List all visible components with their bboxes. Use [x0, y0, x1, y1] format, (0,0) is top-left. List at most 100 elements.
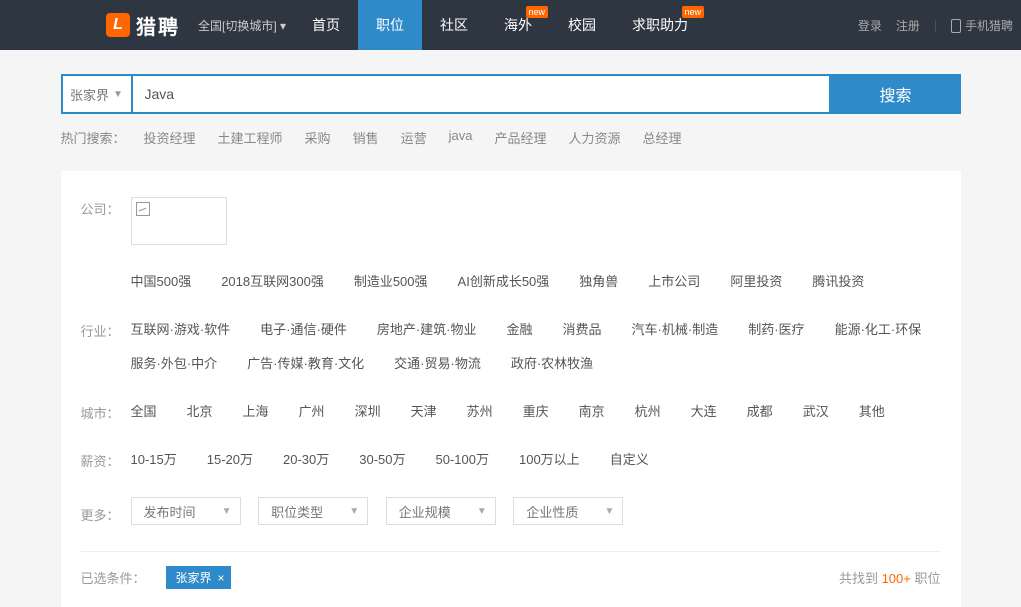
- search-city-dropdown[interactable]: 张家界▼: [61, 74, 131, 114]
- new-badge: new: [526, 6, 549, 18]
- city-tag[interactable]: 广州: [299, 401, 325, 423]
- city-tag[interactable]: 其他: [859, 401, 885, 423]
- close-icon: ×: [218, 571, 225, 585]
- hot-item[interactable]: 销售: [353, 128, 379, 147]
- city-tag[interactable]: 武汉: [803, 401, 829, 423]
- caret-down-icon: ▼: [113, 89, 123, 100]
- logo-text: 猎聘: [136, 11, 180, 40]
- company-tag[interactable]: 上市公司: [648, 271, 700, 293]
- main-nav: 首页 职位 社区 海外new 校园 求职助力new: [294, 0, 706, 50]
- industry-tag[interactable]: 能源·化工·环保: [835, 319, 922, 341]
- industry-tag[interactable]: 房地产·建筑·物业: [377, 319, 477, 341]
- city-tag[interactable]: 苏州: [467, 401, 493, 423]
- city-tag[interactable]: 杭州: [635, 401, 661, 423]
- city-tag[interactable]: 上海: [243, 401, 269, 423]
- login-link[interactable]: 登录: [858, 17, 882, 34]
- salary-tag[interactable]: 30-50万: [359, 449, 405, 471]
- industry-tag[interactable]: 互联网·游戏·软件: [131, 319, 231, 341]
- city-tag[interactable]: 深圳: [355, 401, 381, 423]
- city-tag[interactable]: 成都: [747, 401, 773, 423]
- nav-home[interactable]: 首页: [294, 0, 358, 50]
- hot-item[interactable]: 运营: [401, 128, 427, 147]
- new-badge: new: [682, 6, 705, 18]
- broken-image-icon: [136, 202, 150, 216]
- filter-row-company: 公司：: [81, 197, 941, 245]
- hot-item[interactable]: 采购: [305, 128, 331, 147]
- filter-row-city: 城市： 全国 北京 上海 广州 深圳 天津 苏州 重庆 南京 杭州 大连 成都 …: [81, 401, 941, 423]
- city-tag[interactable]: 大连: [691, 401, 717, 423]
- city-tag[interactable]: 北京: [187, 401, 213, 423]
- phone-icon: [951, 19, 961, 33]
- salary-tag[interactable]: 20-30万: [283, 449, 329, 471]
- industry-tag[interactable]: 服务·外包·中介: [131, 353, 218, 375]
- topbar-right: 登录 注册 | 手机猎聘: [858, 17, 1013, 34]
- filter-panel: 公司： 中国500强 2018互联网300强 制造业500强 AI创新成长50强…: [61, 171, 961, 607]
- top-navbar: L 猎聘 全国[切换城市] ▾ 首页 职位 社区 海外new 校园 求职助力ne…: [0, 0, 1021, 50]
- city-tag[interactable]: 南京: [579, 401, 605, 423]
- salary-tag[interactable]: 50-100万: [436, 449, 489, 471]
- selected-conditions-row: 已选条件： 张家界× 共找到 100+ 职位: [81, 551, 941, 589]
- hot-item[interactable]: 土建工程师: [218, 128, 283, 147]
- company-tag[interactable]: 腾讯投资: [812, 271, 864, 293]
- nav-campus[interactable]: 校园: [550, 0, 614, 50]
- selected-label: 已选条件：: [81, 568, 146, 587]
- register-link[interactable]: 注册: [896, 17, 920, 34]
- dropdown-company-nature[interactable]: 企业性质▼: [513, 497, 623, 525]
- company-tag[interactable]: 2018互联网300强: [221, 271, 324, 293]
- industry-tag[interactable]: 交通·贸易·物流: [394, 353, 481, 375]
- more-dropdowns: 发布时间▼ 职位类型▼ 企业规模▼ 企业性质▼: [131, 497, 941, 525]
- salary-tag[interactable]: 100万以上: [519, 449, 580, 471]
- salary-tag-list: 10-15万 15-20万 20-30万 30-50万 50-100万 100万…: [131, 449, 941, 471]
- result-count: 共找到 100+ 职位: [839, 568, 941, 587]
- industry-tag[interactable]: 政府·农林牧渔: [511, 353, 593, 375]
- hot-item[interactable]: 人力资源: [568, 128, 620, 147]
- dropdown-publish-time[interactable]: 发布时间▼: [131, 497, 241, 525]
- company-tag[interactable]: AI创新成长50强: [458, 271, 550, 293]
- filter-label-company: 公司：: [81, 197, 131, 218]
- city-tag[interactable]: 天津: [411, 401, 437, 423]
- search-button[interactable]: 搜索: [831, 74, 961, 114]
- logo-icon: L: [106, 13, 130, 37]
- company-tag[interactable]: 独角兽: [579, 271, 618, 293]
- salary-tag[interactable]: 15-20万: [207, 449, 253, 471]
- hot-item[interactable]: 产品经理: [494, 128, 546, 147]
- nav-community[interactable]: 社区: [422, 0, 486, 50]
- caret-down-icon: ▼: [477, 506, 487, 517]
- filter-label-industry: 行业：: [81, 319, 131, 340]
- city-tag[interactable]: 重庆: [523, 401, 549, 423]
- caret-down-icon: ▾: [280, 19, 286, 33]
- hot-item[interactable]: 总经理: [642, 128, 681, 147]
- nav-jobs[interactable]: 职位: [358, 0, 422, 50]
- company-tag[interactable]: 阿里投资: [730, 271, 782, 293]
- hot-item[interactable]: 投资经理: [144, 128, 196, 147]
- dropdown-job-type[interactable]: 职位类型▼: [258, 497, 368, 525]
- nav-overseas[interactable]: 海外new: [486, 0, 550, 50]
- filter-label-more: 更多：: [81, 499, 131, 524]
- industry-tag[interactable]: 广告·传媒·教育·文化: [247, 353, 364, 375]
- industry-tag[interactable]: 消费品: [563, 319, 602, 341]
- logo[interactable]: L 猎聘: [106, 11, 180, 40]
- industry-tag-list: 互联网·游戏·软件 电子·通信·硬件 房地产·建筑·物业 金融 消费品 汽车·机…: [131, 319, 941, 375]
- search-input[interactable]: [131, 74, 831, 114]
- city-tag[interactable]: 全国: [131, 401, 157, 423]
- industry-tag[interactable]: 金融: [507, 319, 533, 341]
- industry-tag[interactable]: 汽车·机械·制造: [632, 319, 719, 341]
- industry-tag[interactable]: 制药·医疗: [748, 319, 804, 341]
- hot-search-items: 投资经理 土建工程师 采购 销售 运营 java 产品经理 人力资源 总经理: [144, 128, 682, 147]
- salary-tag[interactable]: 自定义: [610, 449, 649, 471]
- filter-row-salary: 薪资： 10-15万 15-20万 20-30万 30-50万 50-100万 …: [81, 449, 941, 471]
- filter-row-more: 更多： 发布时间▼ 职位类型▼ 企业规模▼ 企业性质▼: [81, 497, 941, 525]
- company-tag[interactable]: 中国500强: [131, 271, 192, 293]
- hot-item[interactable]: java: [449, 128, 473, 147]
- hot-search-label: 热门搜索：: [61, 128, 126, 147]
- dropdown-company-size[interactable]: 企业规模▼: [386, 497, 496, 525]
- company-tag[interactable]: 制造业500强: [354, 271, 428, 293]
- selected-chip[interactable]: 张家界×: [166, 566, 231, 589]
- salary-tag[interactable]: 10-15万: [131, 449, 177, 471]
- industry-tag[interactable]: 电子·通信·硬件: [260, 319, 347, 341]
- company-tag-list: 中国500强 2018互联网300强 制造业500强 AI创新成长50强 独角兽…: [131, 271, 941, 293]
- nav-jobhelp[interactable]: 求职助力new: [614, 0, 706, 50]
- mobile-link[interactable]: 手机猎聘: [951, 17, 1013, 34]
- city-selector[interactable]: 全国[切换城市] ▾: [198, 17, 286, 34]
- caret-down-icon: ▼: [222, 506, 232, 517]
